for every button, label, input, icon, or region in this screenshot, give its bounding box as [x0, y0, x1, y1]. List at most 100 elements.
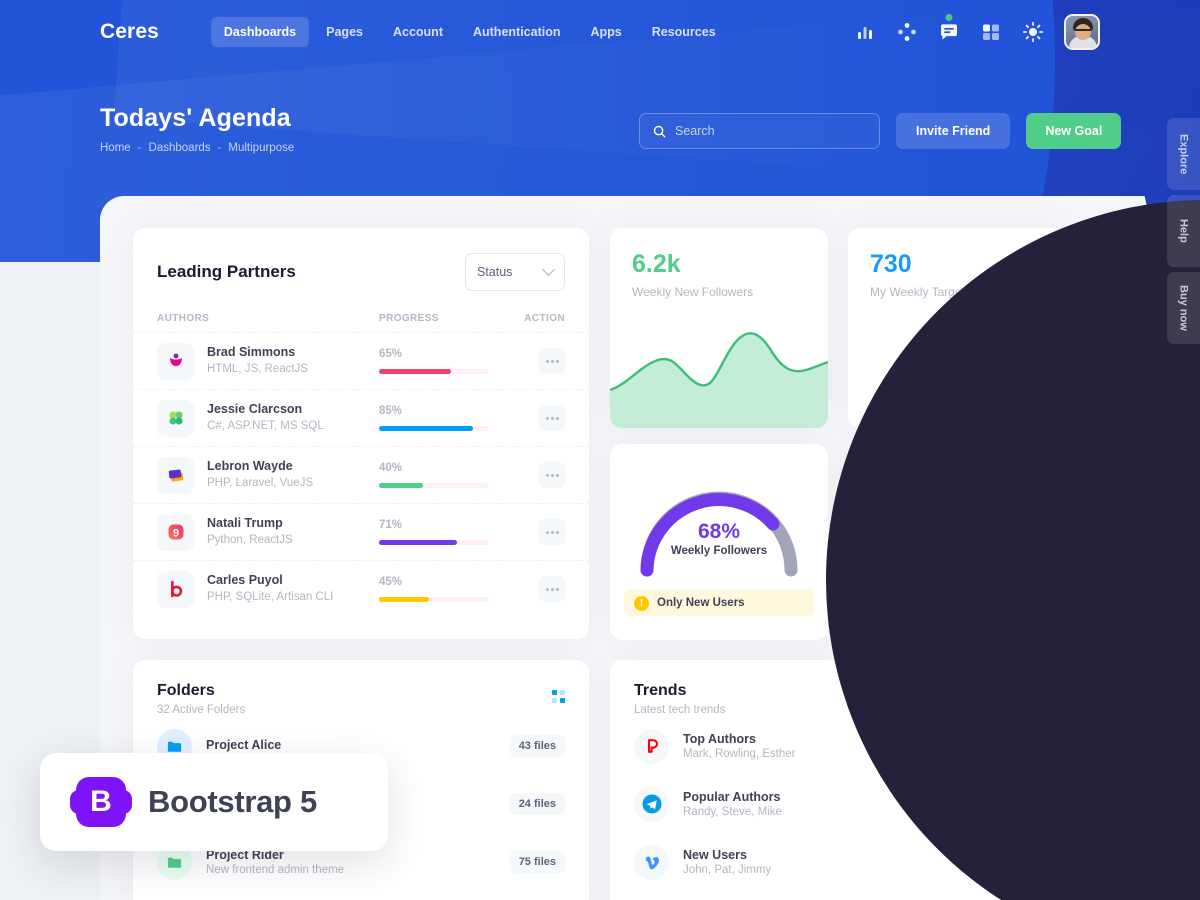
row-actions-button[interactable]	[539, 462, 565, 488]
partner-info: Brad Simmons HTML, JS, ReactJS	[207, 344, 379, 378]
leading-partners-column-headers: AUTHORS PROGRESS ACTION	[133, 291, 589, 332]
progress-track	[379, 369, 489, 374]
targets-bar-chart	[870, 338, 1058, 428]
row-actions-button[interactable]	[539, 576, 565, 602]
leading-partners-title: Leading Partners	[157, 262, 296, 281]
folders-subtitle: 32 Active Folders	[157, 704, 246, 716]
trend-info: Top Authors Mark, Rowling, Esther	[683, 732, 795, 760]
column-header-progress: PROGRESS	[379, 313, 439, 324]
list-item[interactable]: Top Authors Mark, Rowling, Esther +82$	[610, 718, 1066, 774]
partner-stack: C#, ASP.NET, MS SQL	[207, 420, 324, 433]
nav-link-apps[interactable]: Apps	[577, 17, 634, 47]
header-actions: Search Invite Friend New Goal	[639, 113, 1122, 149]
clover-logo-icon	[157, 399, 194, 437]
trend-amount: +280$	[993, 793, 1042, 815]
breadcrumb-home[interactable]: Home	[100, 142, 131, 154]
row-actions-button[interactable]	[539, 405, 565, 431]
side-tab-help[interactable]: Help	[1167, 195, 1200, 267]
trend-desc: Mark, Rowling, Esther	[683, 748, 796, 760]
folders-menu-icon[interactable]	[552, 690, 565, 703]
trends-card: Trends Latest tech trends Top Authors Ma…	[610, 660, 1066, 900]
avatar[interactable]	[1064, 13, 1100, 50]
status-dropdown[interactable]: Status	[465, 253, 565, 291]
nav-link-authentication[interactable]: Authentication	[460, 17, 574, 47]
gauge-percent: 68%	[697, 520, 741, 543]
progress-fill	[379, 426, 473, 431]
bootstrap-badge-label: Bootstrap 5	[148, 784, 317, 819]
chevron-down-icon	[542, 262, 555, 276]
trend-info: Popular Authors Randy, Steve, Mike	[683, 790, 782, 818]
followers-label: Weekly New Followers	[632, 285, 754, 299]
partner-percent: 45%	[379, 576, 403, 588]
table-row[interactable]: Brad Simmons HTML, JS, ReactJS 65%	[133, 332, 589, 389]
breadcrumb-dashboards[interactable]: Dashboards	[149, 142, 211, 154]
nav-link-account[interactable]: Account	[380, 17, 456, 47]
side-tabs: Explore Help Buy now	[1167, 118, 1200, 344]
partner-name: Carles Puyol	[207, 573, 283, 588]
nav-link-pages[interactable]: Pages	[313, 17, 376, 47]
partner-name: Jessie Clarcson	[207, 402, 303, 417]
partner-name: Lebron Wayde	[207, 459, 293, 474]
weekly-followers-gauge-card: 68% Weekly Followers ! Only New Users	[610, 444, 828, 640]
trends-menu-icon[interactable]	[1029, 690, 1042, 703]
table-row[interactable]: 9 Natali Trump Python, ReactJS 71%	[133, 503, 589, 560]
trend-desc: Randy, Steve, Mike	[683, 806, 782, 818]
page-title: Todays' Agenda	[100, 104, 291, 132]
trend-name: New Users	[683, 848, 747, 862]
partner-percent: 65%	[379, 348, 403, 360]
side-tab-buy-now[interactable]: Buy now	[1167, 272, 1200, 344]
targets-label: My Weekly Targets	[870, 285, 971, 299]
partner-progress: 40%	[379, 462, 519, 488]
progress-fill	[379, 369, 451, 374]
weekly-new-followers-card: 6.2k Weekly New Followers	[610, 228, 828, 428]
nav-link-resources[interactable]: Resources	[639, 17, 729, 47]
breadcrumb-multipurpose[interactable]: Multipurpose	[228, 142, 294, 154]
table-row[interactable]: Carles Puyol PHP, SQLite, Artisan CLI 45…	[133, 560, 589, 617]
diamond-dots-icon[interactable]	[896, 21, 918, 43]
cards-logo-icon	[157, 456, 194, 494]
partner-progress: 85%	[379, 405, 519, 431]
invite-friend-button[interactable]: Invite Friend	[896, 113, 1011, 149]
partner-stack: PHP, Laravel, VueJS	[207, 477, 314, 490]
telegram-icon	[634, 786, 669, 822]
chat-icon[interactable]	[938, 13, 960, 43]
chart-bar-icon[interactable]	[854, 21, 876, 43]
leading-partners-header: Leading Partners Status	[133, 228, 589, 291]
new-goal-button[interactable]: New Goal	[1026, 113, 1122, 149]
row-actions-button[interactable]	[539, 519, 565, 545]
nav-link-dashboards[interactable]: Dashboards	[210, 16, 310, 47]
partner-stack: PHP, SQLite, Artisan CLI	[207, 591, 334, 604]
chat-unread-dot	[945, 13, 953, 21]
plurk-icon	[634, 728, 669, 764]
grid-icon[interactable]	[980, 21, 1002, 43]
brand-logo[interactable]: Ceres	[100, 20, 159, 44]
list-item[interactable]: New Users John, Pat, Jimmy +4500$	[610, 834, 1066, 890]
trends-title: Trends	[634, 682, 687, 699]
list-item[interactable]: Popular Authors Randy, Steve, Mike +280$	[610, 776, 1066, 832]
breadcrumb: Home - Dashboards - Multipurpose	[100, 142, 294, 154]
bootstrap-badge: B Bootstrap 5	[40, 753, 388, 851]
vimeo-icon	[634, 844, 669, 880]
person-illustration	[963, 475, 1057, 640]
search-input[interactable]: Search	[639, 113, 880, 149]
folders-title: Folders	[157, 682, 215, 699]
partner-stack: HTML, JS, ReactJS	[207, 363, 308, 376]
column-header-action: ACTION	[524, 313, 565, 324]
svg-text:9: 9	[172, 528, 178, 540]
target-illustration: %	[931, 470, 1065, 640]
gauge-alert-text: Only New Users	[657, 597, 745, 609]
side-tab-explore[interactable]: Explore	[1167, 118, 1200, 190]
weekly-targets-card: 730 My Weekly Targets	[848, 228, 1066, 428]
partner-info: Carles Puyol PHP, SQLite, Artisan CLI	[207, 572, 379, 606]
sun-icon[interactable]	[1022, 21, 1044, 43]
nine-logo-icon: 9	[157, 513, 194, 551]
trend-amount: +82$	[999, 735, 1042, 757]
table-row[interactable]: Lebron Wayde PHP, Laravel, VueJS 40%	[133, 446, 589, 503]
progress-track	[379, 540, 489, 545]
plurk-logo-icon	[157, 342, 194, 380]
folder-file-count: 24 files	[509, 793, 565, 815]
nav-icon-group	[854, 13, 1100, 50]
table-row[interactable]: Jessie Clarcson C#, ASP.NET, MS SQL 85%	[133, 389, 589, 446]
progress-track	[379, 483, 489, 488]
row-actions-button[interactable]	[539, 348, 565, 374]
